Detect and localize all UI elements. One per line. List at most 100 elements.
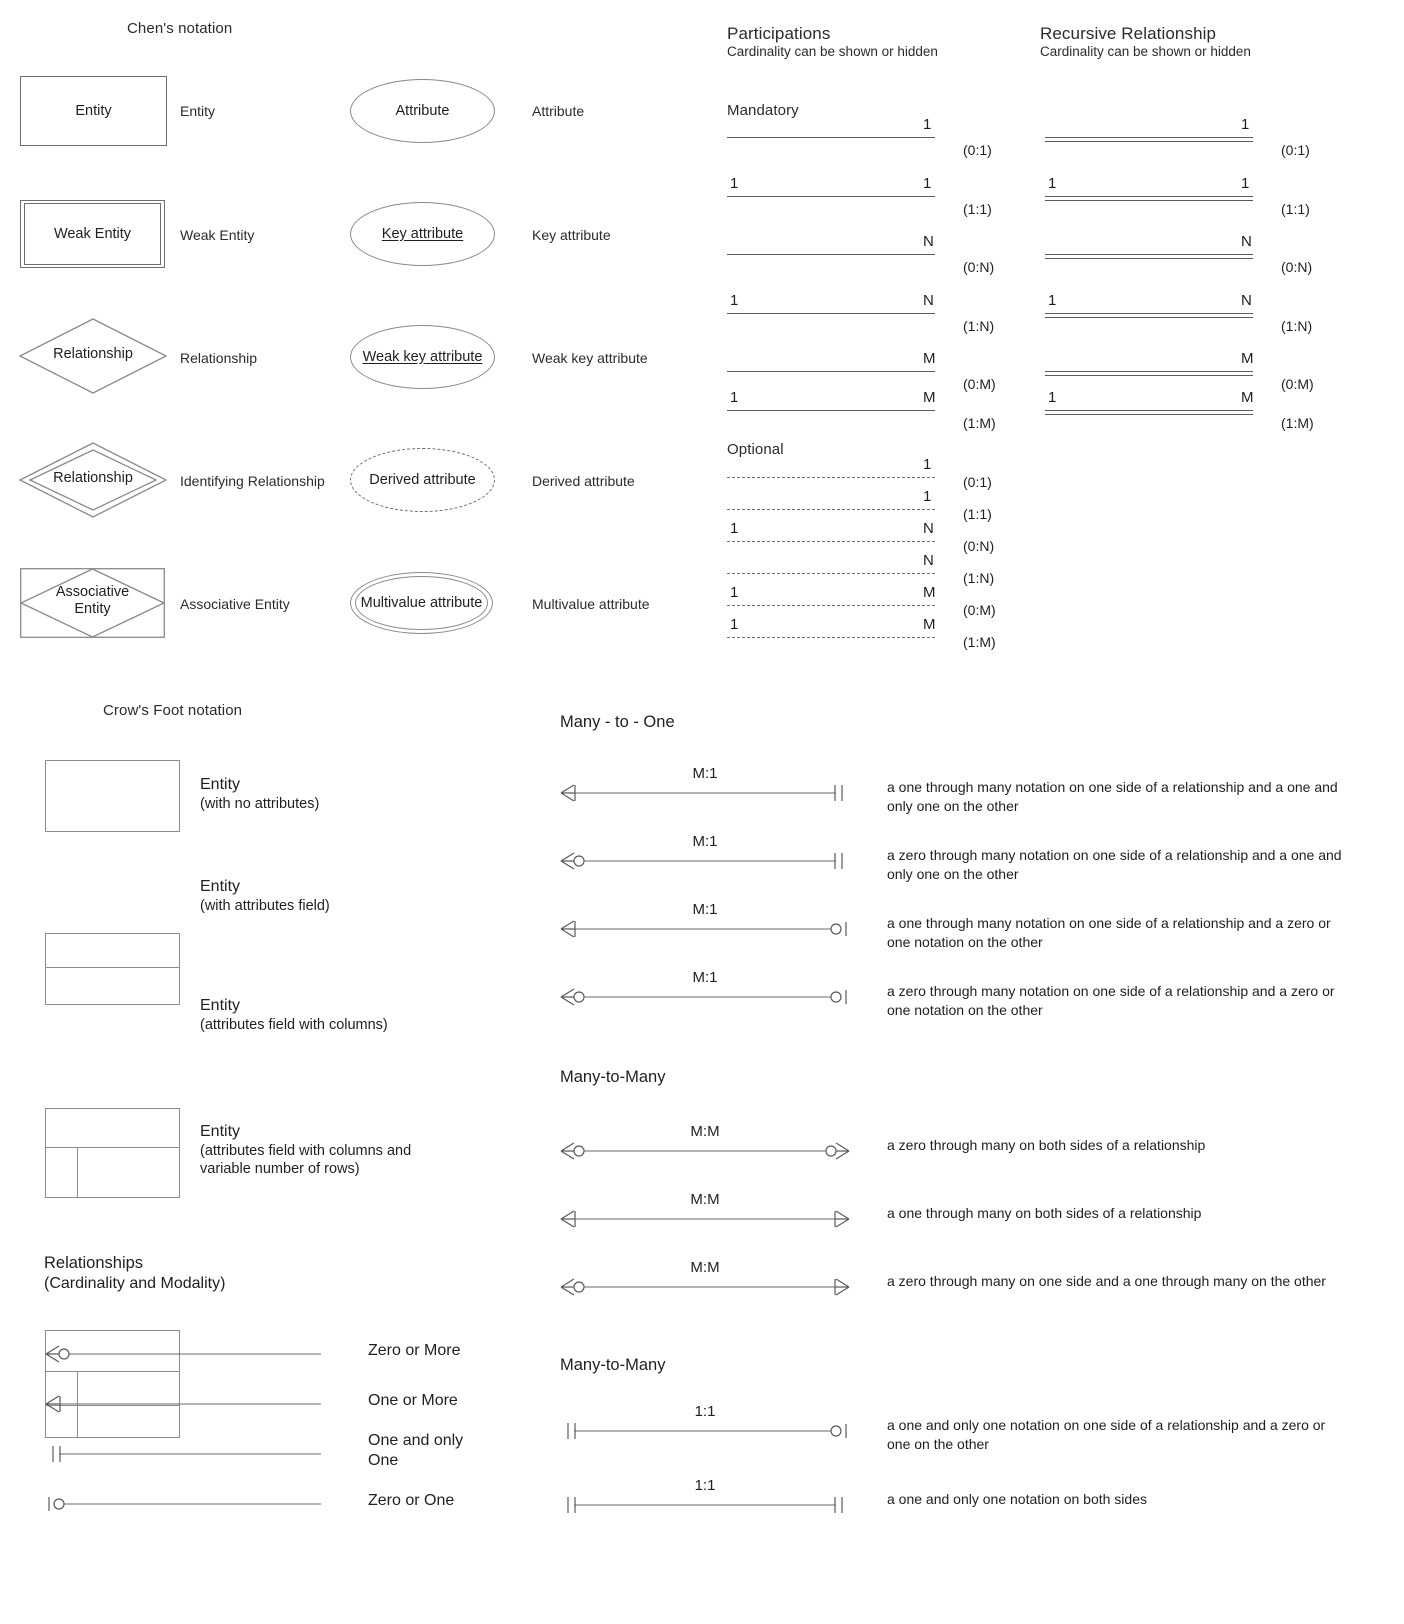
crowsfoot-entity-name-2: Entity xyxy=(200,878,241,895)
modality-row-2 xyxy=(45,1443,335,1469)
modality-label-line1: Zero or One xyxy=(368,1492,455,1509)
cardinality-ratio-label: M:1 xyxy=(692,901,718,918)
modality-label-2: One and only One xyxy=(368,1431,463,1471)
crowsfoot-entity-box-2 xyxy=(45,933,180,1005)
chen-identifying-relationship-label: Identifying Relationship xyxy=(180,473,325,489)
many-to-many-row-2: M:M xyxy=(560,1259,850,1302)
chen-weak-entity-shape-text: Weak Entity xyxy=(53,225,132,242)
right-cardinality-label: 1 xyxy=(1241,116,1250,133)
relationship-line xyxy=(45,1395,321,1413)
modality-label-line2: One xyxy=(368,1452,399,1469)
relationship-line xyxy=(45,1345,321,1363)
relationship-line xyxy=(1045,371,1253,376)
chen-key-attribute-shape-text: Key attribute xyxy=(381,225,464,242)
cardinality-notation: (0:1) xyxy=(963,142,992,158)
participations-subtitle: Cardinality can be shown or hidden xyxy=(727,44,938,59)
cardinality-notation: (1:M) xyxy=(963,415,996,431)
chen-derived-attribute-shape: Derived attribute xyxy=(350,448,495,512)
relationship-line xyxy=(727,137,935,138)
cardinality-notation: (0:N) xyxy=(963,538,995,554)
relationship-line xyxy=(567,1423,847,1439)
relationship-line xyxy=(48,1497,321,1511)
cardinality-ratio-label: 1:1 xyxy=(694,1477,716,1494)
chen-entity-shape: Entity xyxy=(20,76,167,146)
relationship-line xyxy=(1045,313,1253,318)
right-cardinality-label: M xyxy=(923,389,936,406)
relationship-line xyxy=(727,477,935,478)
relationship-description: a one through many on both sides of a re… xyxy=(887,1205,1202,1221)
crowsfoot-entity-sub2-4: variable number of rows) xyxy=(200,1161,360,1178)
modality-row-3 xyxy=(45,1493,335,1519)
cardinality-notation: (0:M) xyxy=(963,376,996,392)
relationship-line xyxy=(727,637,935,638)
cardinality-notation: (1:1) xyxy=(1281,201,1310,217)
chen-key-attribute-shape: Key attribute xyxy=(350,202,495,266)
relationship-line xyxy=(52,1446,321,1462)
many-to-one-row-1: M:1 xyxy=(560,833,850,876)
chen-multivalue-attribute-shape-text: Multivalue attribute xyxy=(360,594,483,611)
cardinality-ratio-label: M:1 xyxy=(692,833,718,850)
chen-weak-key-attribute-shape-text: Weak key attribute xyxy=(362,348,483,365)
relationship-line xyxy=(560,852,843,870)
mandatory-label: Mandatory xyxy=(727,102,799,119)
cardinality-notation: (1:M) xyxy=(1281,415,1314,431)
left-cardinality-label: 1 xyxy=(730,584,739,601)
right-cardinality-label: M xyxy=(1241,350,1254,367)
right-cardinality-label: M xyxy=(923,616,936,633)
cardinality-notation: (0:1) xyxy=(1281,142,1310,158)
chen-identifying-relationship-shape-text: Relationship xyxy=(53,470,133,486)
modality-label-line1: One and only xyxy=(368,1432,464,1449)
chen-relationship-shape-text: Relationship xyxy=(53,346,133,362)
many-to-many-row-1: M:M xyxy=(560,1191,850,1234)
left-cardinality-label: 1 xyxy=(730,389,739,406)
chen-weak-entity-label: Weak Entity xyxy=(180,227,255,243)
left-cardinality-label: 1 xyxy=(730,292,739,309)
left-cardinality-label: 1 xyxy=(730,616,739,633)
cardinality-notation: (1:1) xyxy=(963,201,992,217)
cardinality-notation: (0:1) xyxy=(963,474,992,490)
many-to-many-row-0: M:M xyxy=(560,1123,850,1166)
relationship-description: a one through many notation on one side … xyxy=(887,779,1338,814)
relationship-line xyxy=(560,1210,850,1228)
relationship-line xyxy=(727,196,935,197)
modality-label-3: Zero or One xyxy=(368,1491,454,1511)
right-cardinality-label: N xyxy=(923,552,934,569)
relationship-line xyxy=(1045,254,1253,259)
modality-label-0: Zero or More xyxy=(368,1341,460,1361)
right-cardinality-label: 1 xyxy=(1241,175,1250,192)
chen-relationship-shape: Relationship xyxy=(18,317,168,395)
modality-label-line1: Zero or More xyxy=(368,1342,461,1359)
recursive-subtitle: Cardinality can be shown or hidden xyxy=(1040,44,1251,59)
crowsfoot-entity-sub-2: (with attributes field) xyxy=(200,898,330,914)
crowsfoot-entity-name-4: Entity xyxy=(200,1123,241,1140)
cardinality-notation: (1:M) xyxy=(963,634,996,650)
cardinality-ratio-label: M:1 xyxy=(692,969,718,986)
left-cardinality-label: 1 xyxy=(730,520,739,537)
chen-attribute-shape-text: Attribute xyxy=(395,102,450,119)
crowsfoot-entity-box-3 xyxy=(45,1108,180,1198)
cardinality-notation: (0:M) xyxy=(1281,376,1314,392)
relationship-description: a zero through many on both sides of a r… xyxy=(887,1137,1206,1153)
relationship-description: a zero through many notation on one side… xyxy=(887,983,1335,1018)
right-cardinality-label: N xyxy=(923,292,934,309)
right-cardinality-label: M xyxy=(923,584,936,601)
relationships-title: Relationships xyxy=(44,1254,144,1272)
relationship-line xyxy=(727,573,935,574)
right-cardinality-label: 1 xyxy=(923,456,932,473)
cardinality-ratio-label: M:1 xyxy=(692,765,718,782)
relationship-line xyxy=(727,313,935,314)
chen-entity-shape-text: Entity xyxy=(75,102,112,119)
cardinality-notation: (0:N) xyxy=(963,259,995,275)
relationship-line xyxy=(560,988,847,1006)
many-to-one-row-0: M:1 xyxy=(560,765,850,808)
crowsfoot-entity-name-3: Entity xyxy=(200,997,241,1014)
crowsfoot-entity-label-1: Entity (with no attributes) xyxy=(200,775,319,813)
relationship-description: a zero through many on one side and a on… xyxy=(887,1273,1326,1289)
right-cardinality-label: N xyxy=(1241,292,1252,309)
right-cardinality-label: 1 xyxy=(923,488,932,505)
chen-associative-entity-shape: Associative Entity xyxy=(19,568,166,638)
crowsfoot-entity-label-2: Entity (with attributes field) xyxy=(200,877,330,915)
crowsfoot-title: Crow's Foot notation xyxy=(103,702,243,719)
right-cardinality-label: M xyxy=(1241,389,1254,406)
cardinality-ratio-label: M:M xyxy=(690,1259,720,1276)
